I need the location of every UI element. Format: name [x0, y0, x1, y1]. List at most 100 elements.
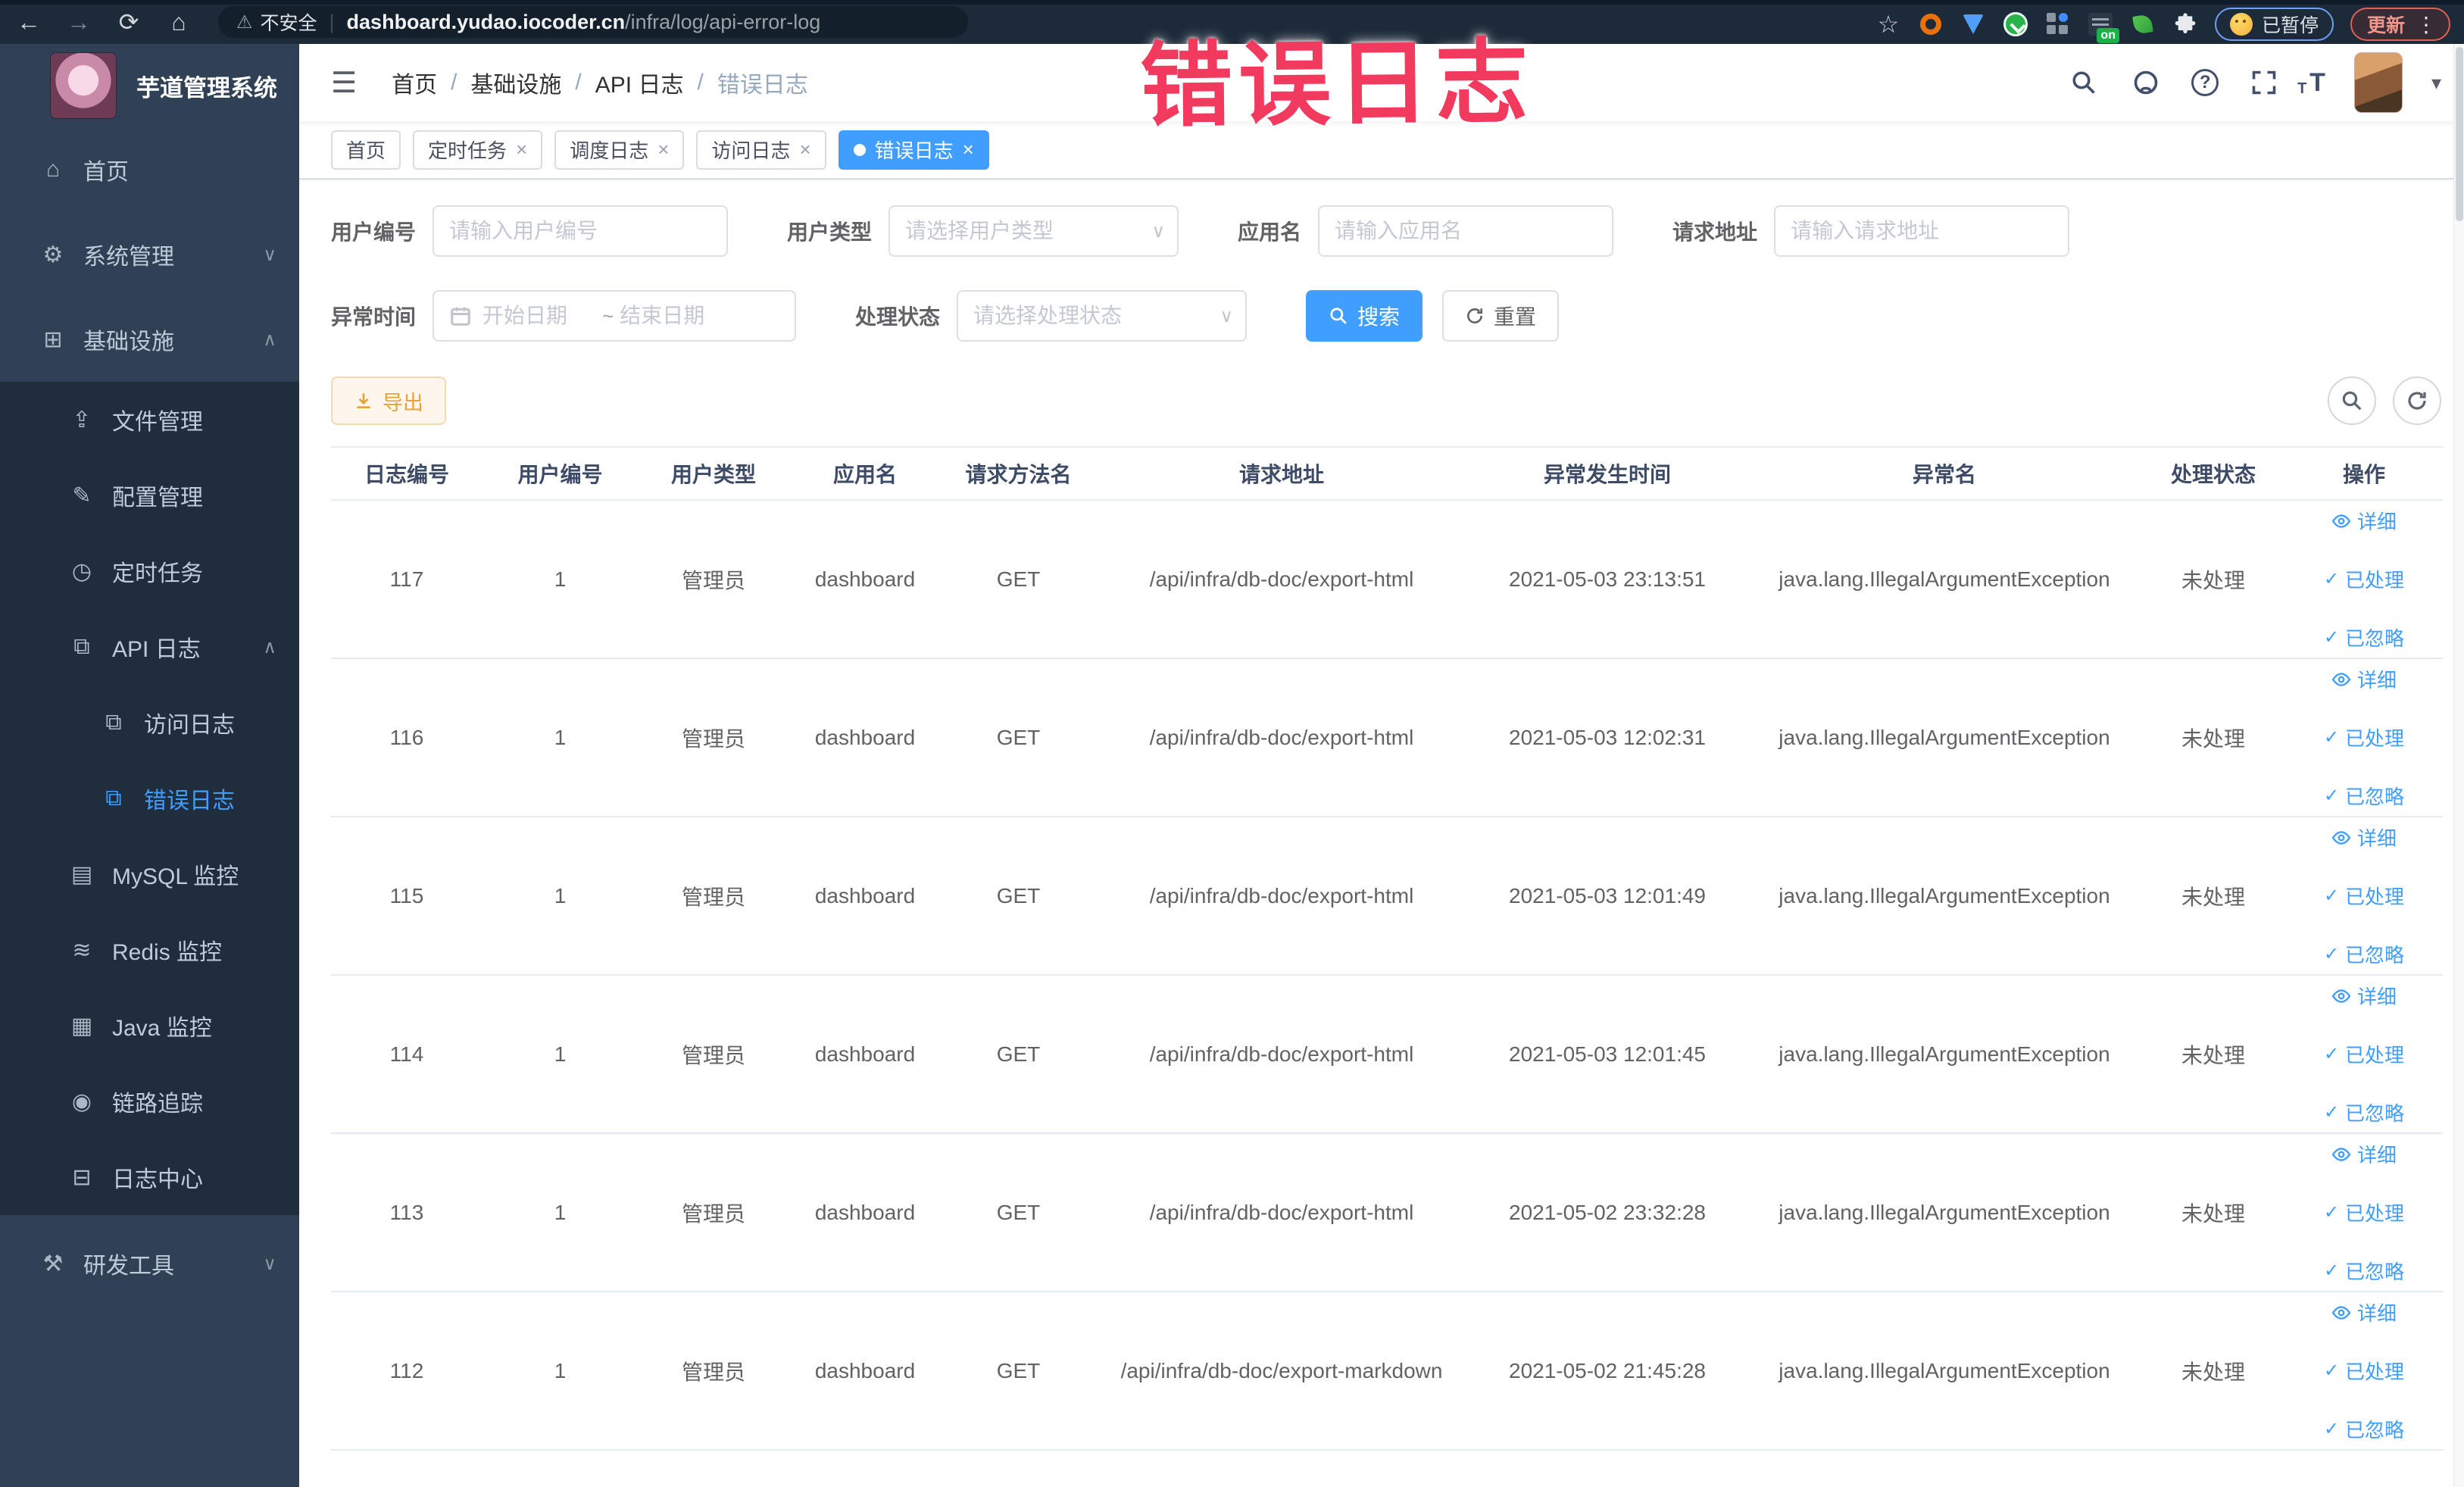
detail-link[interactable]: 详细 [2331, 665, 2397, 693]
sidebar-item-infrastructure[interactable]: ⊞ 基础设施 ∧ [0, 297, 299, 382]
breadcrumb-api-log[interactable]: API 日志 [595, 66, 684, 99]
request-url-field[interactable] [1774, 205, 2070, 257]
github-icon[interactable] [2129, 66, 2163, 99]
user-id-field[interactable] [433, 205, 729, 257]
sidebar-item-home[interactable]: ⌂ 首页 [0, 127, 299, 212]
table-row[interactable]: 114 1 管理员 dashboard GET /api/infra/db-do… [331, 975, 2443, 1134]
reset-button[interactable]: 重置 [1442, 290, 1560, 342]
app-name-input[interactable] [1335, 219, 1597, 243]
detail-link[interactable]: 详细 [2331, 982, 2397, 1010]
hamburger-icon[interactable]: ☰ [331, 66, 357, 100]
browser-menu-icon[interactable]: ⋮ [2416, 12, 2437, 37]
bookmark-star-icon[interactable]: ☆ [1875, 11, 1901, 38]
help-icon[interactable]: ? [2191, 69, 2219, 96]
date-range-picker[interactable]: ~ [433, 290, 797, 342]
detail-link[interactable]: 详细 [2331, 823, 2397, 851]
search-icon[interactable] [2067, 66, 2100, 99]
extensions-puzzle-icon[interactable] [2172, 11, 2198, 37]
sidebar-item-error-log[interactable]: ⧉ 错误日志 [0, 761, 299, 836]
extension-leaf-icon[interactable] [2130, 11, 2156, 37]
mark-processed-link[interactable]: ✓ 已处理 [2324, 882, 2404, 910]
mark-ignored-link[interactable]: ✓ 已忽略 [2324, 940, 2404, 968]
mark-processed-link[interactable]: ✓ 已处理 [2324, 1357, 2404, 1385]
detail-link[interactable]: 详细 [2331, 507, 2397, 535]
end-date-input[interactable] [620, 304, 734, 328]
mark-ignored-link[interactable]: ✓ 已忽略 [2324, 1257, 2404, 1285]
breadcrumb-infrastructure[interactable]: 基础设施 [470, 66, 561, 99]
table-row[interactable]: 115 1 管理员 dashboard GET /api/infra/db-do… [331, 817, 2443, 976]
sidebar-item-access-log[interactable]: ⧉ 访问日志 [0, 685, 299, 761]
request-url-input[interactable] [1791, 219, 2053, 243]
mark-ignored-link[interactable]: ✓ 已忽略 [2324, 782, 2404, 810]
toggle-search-button[interactable] [2328, 376, 2376, 425]
refresh-button[interactable] [2393, 376, 2441, 425]
back-icon[interactable]: ← [8, 5, 50, 39]
font-size-icon[interactable]: T [2297, 68, 2325, 98]
extension-shield-icon[interactable] [1960, 11, 1986, 37]
home-icon[interactable]: ⌂ [158, 5, 200, 39]
address-bar[interactable]: ⚠ 不安全 | dashboard.yudao.iocoder.cn/infra… [218, 6, 968, 38]
process-status-input[interactable] [973, 304, 1231, 328]
browser-update-button[interactable]: 更新 ⋮ [2350, 8, 2450, 41]
close-icon[interactable]: × [516, 138, 527, 161]
sidebar-item-dev-tools[interactable]: ⚒ 研发工具 ∨ [0, 1221, 299, 1306]
start-date-input[interactable] [482, 304, 597, 328]
tag-error-log[interactable]: 错误日志 × [838, 130, 989, 170]
mark-ignored-link[interactable]: ✓ 已忽略 [2324, 1415, 2404, 1443]
extension-switch-icon[interactable]: on [2088, 11, 2119, 43]
table-row[interactable]: 113 1 管理员 dashboard GET /api/infra/db-do… [331, 1133, 2443, 1292]
tag-schedule-log[interactable]: 调度日志 × [554, 130, 685, 170]
table-row[interactable]: 116 1 管理员 dashboard GET /api/infra/db-do… [331, 658, 2443, 817]
sidebar-item-system-mgmt[interactable]: ⚙ 系统管理 ∨ [0, 212, 299, 297]
user-type-input[interactable] [905, 219, 1163, 243]
profile-paused-badge[interactable]: 已暂停 [2214, 8, 2334, 41]
sidebar-item-log-center[interactable]: ⊟ 日志中心 [0, 1139, 299, 1215]
app-name-field[interactable] [1318, 205, 1614, 257]
cell-exception-time: 2021-05-02 21:45:28 [1467, 1292, 1747, 1451]
user-avatar[interactable] [2353, 52, 2403, 113]
user-type-select[interactable]: ∨ [888, 205, 1179, 257]
mark-processed-link[interactable]: ✓ 已处理 [2324, 1198, 2404, 1226]
extension-vue-icon[interactable] [2003, 11, 2028, 37]
scrollbar-thumb[interactable] [2456, 47, 2463, 221]
user-id-input[interactable] [449, 219, 712, 243]
close-icon[interactable]: × [657, 138, 669, 161]
cell-status: 未处理 [2141, 817, 2285, 976]
sidebar-logo[interactable]: 芋道管理系统 [0, 44, 299, 127]
detail-link[interactable]: 详细 [2331, 1298, 2397, 1326]
table-row[interactable]: 117 1 管理员 dashboard GET /api/infra/db-do… [331, 500, 2443, 659]
mark-ignored-link[interactable]: ✓ 已忽略 [2324, 623, 2404, 651]
process-status-select[interactable]: ∨ [957, 290, 1248, 342]
sidebar-item-api-log[interactable]: ⧉ API 日志 ∧ [0, 609, 299, 685]
breadcrumb-home[interactable]: 首页 [392, 66, 437, 99]
tag-access-log[interactable]: 访问日志 × [696, 130, 826, 170]
security-label[interactable]: 不安全 [261, 8, 317, 36]
sidebar-item-java-monitor[interactable]: ▦ Java 监控 [0, 988, 299, 1064]
active-dot-icon [853, 143, 866, 156]
sidebar-item-tracing[interactable]: ◉ 链路追踪 [0, 1064, 299, 1139]
fullscreen-icon[interactable] [2247, 66, 2281, 99]
tag-scheduled-jobs[interactable]: 定时任务 × [413, 130, 543, 170]
avatar-caret-icon[interactable]: ▾ [2431, 71, 2441, 95]
mark-processed-link[interactable]: ✓ 已处理 [2324, 565, 2404, 593]
mark-ignored-link[interactable]: ✓ 已忽略 [2324, 1098, 2404, 1126]
export-button[interactable]: 导出 [331, 376, 446, 425]
sidebar-item-file-mgmt[interactable]: ⇪ 文件管理 [0, 382, 299, 458]
page-scrollbar[interactable] [2453, 44, 2464, 1487]
sidebar-item-config-mgmt[interactable]: ✎ 配置管理 [0, 458, 299, 533]
close-icon[interactable]: × [963, 138, 974, 161]
reload-icon[interactable]: ⟳ [108, 5, 150, 39]
search-button[interactable]: 搜索 [1306, 290, 1423, 342]
forward-icon[interactable]: → [58, 5, 100, 39]
table-row[interactable]: 112 1 管理员 dashboard GET /api/infra/db-do… [331, 1292, 2443, 1451]
tag-home[interactable]: 首页 [331, 130, 401, 170]
detail-link[interactable]: 详细 [2331, 1140, 2397, 1168]
mark-processed-link[interactable]: ✓ 已处理 [2324, 723, 2404, 751]
close-icon[interactable]: × [799, 138, 810, 161]
extension-orange-icon[interactable] [1918, 11, 1944, 37]
mark-processed-link[interactable]: ✓ 已处理 [2324, 1040, 2404, 1068]
sidebar-item-mysql-monitor[interactable]: ▤ MySQL 监控 [0, 836, 299, 912]
sidebar-item-scheduled-jobs[interactable]: ◷ 定时任务 [0, 533, 299, 609]
sidebar-item-redis-monitor[interactable]: ≋ Redis 监控 [0, 912, 299, 988]
extension-grid-icon[interactable] [2045, 11, 2071, 37]
